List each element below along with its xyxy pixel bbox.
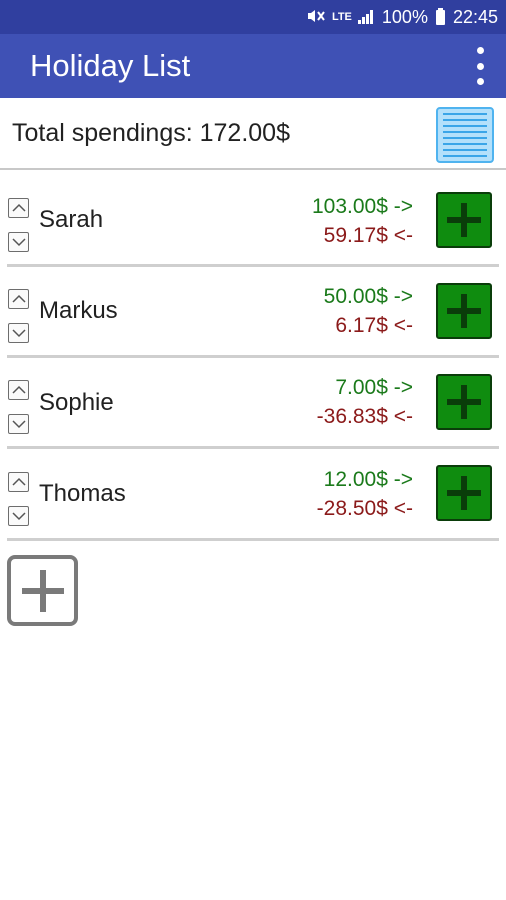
- status-bar: LTE 100% 22:45: [0, 0, 506, 34]
- list-icon[interactable]: [436, 107, 494, 163]
- chevron-down-icon[interactable]: [8, 232, 29, 252]
- chevron-down-icon[interactable]: [8, 323, 29, 343]
- add-expense-button[interactable]: [436, 283, 492, 339]
- plus-icon: [447, 476, 481, 510]
- person-row: Markus 50.00$ -> 6.17$ <-: [7, 267, 499, 358]
- person-name[interactable]: Sophie: [39, 389, 114, 417]
- plus-icon: [447, 294, 481, 328]
- mute-icon: [306, 9, 326, 26]
- menu-dot: [476, 62, 484, 70]
- plus-icon: [447, 203, 481, 237]
- person-row: Sarah 103.00$ -> 59.17$ <-: [7, 176, 499, 267]
- total-spendings-row: Total spendings: 172.00$: [0, 98, 506, 170]
- menu-dot: [476, 78, 484, 85]
- add-expense-button[interactable]: [436, 374, 492, 430]
- add-expense-button[interactable]: [436, 192, 492, 248]
- network-type-label: LTE: [331, 11, 352, 23]
- chevron-down-icon[interactable]: [8, 414, 29, 434]
- person-row: Sophie 7.00$ -> -36.83$ <-: [7, 358, 499, 449]
- person-name[interactable]: Sarah: [39, 206, 103, 234]
- battery-icon: [435, 7, 445, 25]
- person-name[interactable]: Markus: [39, 297, 118, 325]
- add-expense-button[interactable]: [436, 465, 492, 521]
- overflow-menu-icon[interactable]: [468, 44, 492, 88]
- app-title: Holiday List: [30, 48, 191, 83]
- chevron-up-icon[interactable]: [8, 472, 29, 492]
- clock: 22:45: [452, 6, 498, 27]
- amount-paid: 103.00$ ->: [311, 195, 413, 218]
- amount-paid: 7.00$ ->: [335, 376, 413, 399]
- menu-dot: [476, 47, 484, 54]
- app-bar: Holiday List: [0, 34, 506, 98]
- chevron-up-icon[interactable]: [8, 380, 29, 400]
- person-name[interactable]: Thomas: [39, 480, 126, 508]
- person-row: Thomas 12.00$ -> -28.50$ <-: [7, 450, 499, 541]
- plus-icon: [447, 385, 481, 419]
- chevron-up-icon[interactable]: [8, 198, 29, 218]
- battery-percent: 100%: [381, 6, 428, 27]
- amount-owed: 6.17$ <-: [335, 314, 413, 337]
- total-spendings-label: Total spendings: 172.00$: [12, 118, 290, 147]
- chevron-up-icon[interactable]: [8, 289, 29, 309]
- add-person-button[interactable]: [7, 555, 78, 626]
- signal-icon: [357, 10, 374, 24]
- amount-owed: 59.17$ <-: [323, 224, 413, 247]
- chevron-down-icon[interactable]: [8, 506, 29, 526]
- amount-owed: -28.50$ <-: [316, 497, 413, 520]
- amount-paid: 12.00$ ->: [323, 468, 413, 491]
- amount-paid: 50.00$ ->: [323, 285, 413, 308]
- status-icons: LTE: [306, 9, 374, 26]
- amount-owed: -36.83$ <-: [316, 405, 413, 428]
- plus-icon: [21, 569, 64, 612]
